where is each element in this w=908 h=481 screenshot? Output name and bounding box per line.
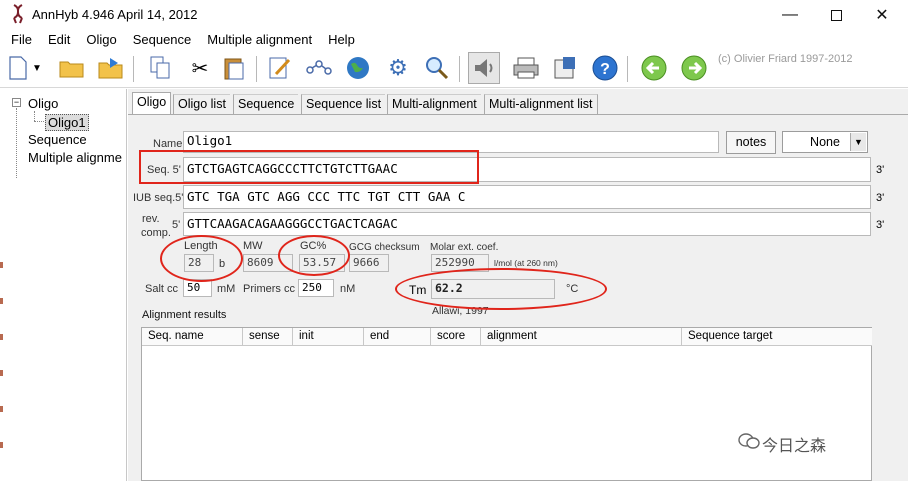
reverse-complement-field: GTTCAAGACAGAAGGGCCTGACTCAGAC: [183, 212, 871, 236]
help-icon[interactable]: ?: [591, 54, 619, 82]
open-recent-icon[interactable]: [97, 54, 125, 82]
globe-icon[interactable]: [344, 54, 372, 82]
molar-ext-label: Molar ext. coef.: [430, 242, 499, 253]
edit-icon[interactable]: [266, 54, 294, 82]
edge-mark: [0, 334, 3, 340]
rev-3-prime: 3': [876, 219, 885, 231]
navigation-tree: − Oligo Oligo1 Sequence Multiple alignme: [0, 89, 127, 481]
gcg-checksum-field: 9666: [349, 254, 389, 272]
tab-oligo[interactable]: Oligo: [132, 92, 172, 114]
menu-oligo[interactable]: Oligo: [77, 30, 123, 50]
minimize-icon[interactable]: —: [768, 0, 812, 30]
tools-icon[interactable]: [551, 54, 579, 82]
tree-item-sequence[interactable]: Sequence: [28, 132, 87, 147]
toolbar: ▼ ✂ ⚙ ? (c) Olivier Friard 1997-2012: [0, 50, 908, 88]
column-header[interactable]: end: [364, 328, 431, 346]
open-folder-icon[interactable]: [58, 54, 86, 82]
search-icon[interactable]: [423, 54, 451, 82]
molar-ext-unit: l/mol (at 260 nm): [494, 258, 558, 268]
edge-mark: [0, 442, 3, 448]
settings-gear-icon[interactable]: ⚙: [384, 54, 412, 82]
primers-unit: nM: [340, 283, 356, 295]
seq-3-prime: 3': [876, 164, 885, 176]
notes-button[interactable]: notes: [726, 131, 776, 154]
new-document-icon[interactable]: [4, 54, 32, 82]
iub-label: IUB seq.5': [133, 192, 184, 204]
iub-sequence-field: GTC TGA GTC AGG CCC TTC TGT CTT GAA C: [183, 185, 871, 209]
alignment-results-title: Alignment results: [142, 309, 227, 321]
tree-line: [34, 111, 35, 121]
chevron-down-icon[interactable]: ▼: [850, 133, 866, 151]
back-arrow-icon[interactable]: [640, 54, 668, 82]
column-header[interactable]: Seq. name: [142, 328, 243, 346]
title-bar: AnnHyb 4.946 April 14, 2012 — ✕: [0, 0, 908, 30]
tab-sequence[interactable]: Sequence: [233, 94, 299, 114]
tm-highlight-oval: [395, 268, 607, 310]
sequence-highlight-box: [139, 150, 479, 184]
rev-5-prime: 5': [172, 219, 181, 231]
dropdown-arrow-icon[interactable]: ▼: [30, 54, 44, 82]
name-label: Name: [153, 138, 183, 150]
close-icon[interactable]: ✕: [860, 0, 904, 30]
copyright-text: (c) Olivier Friard 1997-2012: [718, 53, 853, 65]
column-header[interactable]: init: [293, 328, 364, 346]
gc-highlight-oval: [278, 235, 350, 276]
copy-icon[interactable]: [146, 54, 174, 82]
window-title: AnnHyb 4.946 April 14, 2012: [32, 7, 198, 22]
comp-label: comp.: [141, 227, 171, 239]
menu-file[interactable]: File: [0, 30, 39, 50]
edge-mark: [0, 406, 3, 412]
column-header[interactable]: score: [431, 328, 481, 346]
maximize-icon[interactable]: [814, 0, 858, 30]
alignment-results-table[interactable]: Seq. name sense init end score alignment…: [141, 327, 872, 481]
edge-mark: [0, 262, 3, 268]
wechat-icon: [738, 432, 760, 453]
rev-label: rev.: [142, 213, 160, 225]
tree-item-oligo[interactable]: Oligo: [28, 96, 58, 111]
watermark-text: 今日之森: [762, 438, 827, 455]
tab-oligo-list[interactable]: Oligo list: [173, 94, 230, 114]
speaker-icon[interactable]: [468, 52, 500, 84]
column-header[interactable]: sense: [243, 328, 293, 346]
tab-multi-alignment[interactable]: Multi-alignment: [387, 94, 481, 114]
tree-line: [34, 121, 44, 122]
paste-icon[interactable]: [220, 54, 248, 82]
molecule-icon[interactable]: [305, 54, 333, 82]
salt-label: Salt cc: [145, 283, 179, 295]
menu-bar: File Edit Oligo Sequence Multiple alignm…: [0, 30, 908, 50]
edge-mark: [0, 298, 3, 304]
none-select[interactable]: None ▼: [782, 131, 868, 153]
svg-text:?: ?: [600, 61, 610, 78]
column-header[interactable]: Sequence target: [682, 328, 872, 346]
primers-input[interactable]: 250: [298, 279, 334, 297]
tree-item-oligo1[interactable]: Oligo1: [45, 114, 89, 131]
menu-edit[interactable]: Edit: [39, 30, 77, 50]
none-select-value: None: [810, 135, 840, 149]
collapse-icon[interactable]: −: [12, 98, 21, 107]
column-header[interactable]: alignment: [481, 328, 682, 346]
primers-label: Primers cc: [243, 283, 295, 295]
iub-3-prime: 3': [876, 192, 885, 204]
salt-unit: mM: [217, 283, 236, 295]
tab-multi-alignment-list[interactable]: Multi-alignment list: [484, 94, 598, 114]
tab-divider: [128, 114, 908, 115]
cut-icon[interactable]: ✂: [186, 54, 214, 82]
print-icon[interactable]: [512, 54, 540, 82]
mw-label: MW: [243, 240, 263, 252]
tree-line: [16, 108, 17, 178]
dna-icon: [12, 4, 24, 24]
edge-mark: [0, 370, 3, 376]
length-highlight-oval: [160, 235, 243, 282]
tab-sequence-list[interactable]: Sequence list: [301, 94, 386, 114]
gcg-checksum-label: GCG checksum: [349, 242, 420, 253]
menu-sequence[interactable]: Sequence: [124, 30, 199, 50]
forward-arrow-icon[interactable]: [680, 54, 708, 82]
menu-help[interactable]: Help: [319, 30, 362, 50]
menu-multiple-alignment[interactable]: Multiple alignment: [198, 30, 319, 50]
tree-item-multiple-alignment[interactable]: Multiple alignme: [28, 150, 122, 165]
